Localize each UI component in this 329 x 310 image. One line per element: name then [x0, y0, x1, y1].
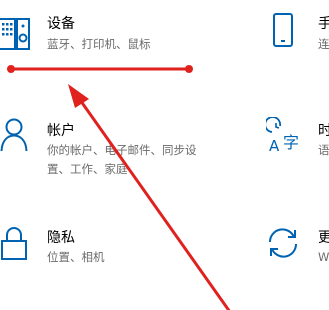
phone-icon: [273, 13, 293, 47]
annotation-underline-start-dot: [7, 65, 15, 73]
person-icon: [0, 118, 28, 152]
tile-phone-desc-line: 连: [318, 37, 329, 51]
tile-accounts-desc-line: 你的帐户、电子邮件、同步设: [47, 143, 197, 157]
annotation-underline-end-dot: [185, 65, 193, 73]
tile-phone[interactable]: 手 连: [262, 8, 329, 58]
tile-time-language-title: 时: [318, 123, 329, 139]
tile-update-title: 更: [318, 230, 329, 246]
tile-update-desc: W: [318, 248, 329, 267]
tile-phone-desc: 连: [318, 35, 329, 54]
tile-devices-desc-line: 蓝牙、打印机、鼠标: [47, 37, 151, 51]
tile-accounts-title: 帐户: [47, 123, 75, 139]
tile-devices-desc: 蓝牙、打印机、鼠标: [47, 35, 151, 54]
annotation-arrowhead-icon: [68, 84, 89, 108]
tile-update-desc-line: W: [318, 250, 329, 264]
tile-privacy-desc-line: 位置、相机: [47, 250, 105, 264]
tile-time-language-desc: 语: [318, 141, 329, 160]
settings-window: 设备 蓝牙、打印机、鼠标 手 连 帐户 你的帐户、电子邮件、同步设 置、工作、家…: [0, 0, 329, 310]
tile-update[interactable]: 更 W: [262, 222, 329, 272]
tile-devices-title: 设备: [47, 16, 75, 32]
sync-icon: [268, 228, 298, 258]
time-language-icon-letter: A: [269, 137, 280, 153]
tile-time-language[interactable]: A 字 时 语: [262, 115, 329, 180]
time-language-icon-char: 字: [283, 133, 299, 152]
tile-accounts-desc-line: 置、工作、家庭: [47, 162, 128, 176]
lock-icon: [1, 227, 27, 260]
tile-privacy-desc: 位置、相机: [47, 248, 105, 267]
tile-devices[interactable]: 设备 蓝牙、打印机、鼠标: [0, 8, 250, 58]
tile-time-language-desc-line: 语: [318, 143, 329, 157]
keyboard-speaker-icon: [0, 18, 30, 50]
tile-phone-title: 手: [318, 16, 329, 32]
tile-privacy-title: 隐私: [47, 230, 75, 246]
tile-accounts[interactable]: 帐户 你的帐户、电子邮件、同步设 置、工作、家庭: [0, 115, 250, 180]
tile-accounts-desc: 你的帐户、电子邮件、同步设 置、工作、家庭: [47, 141, 197, 179]
tile-privacy[interactable]: 隐私 位置、相机: [0, 222, 250, 272]
time-language-icon: A 字: [266, 117, 299, 153]
